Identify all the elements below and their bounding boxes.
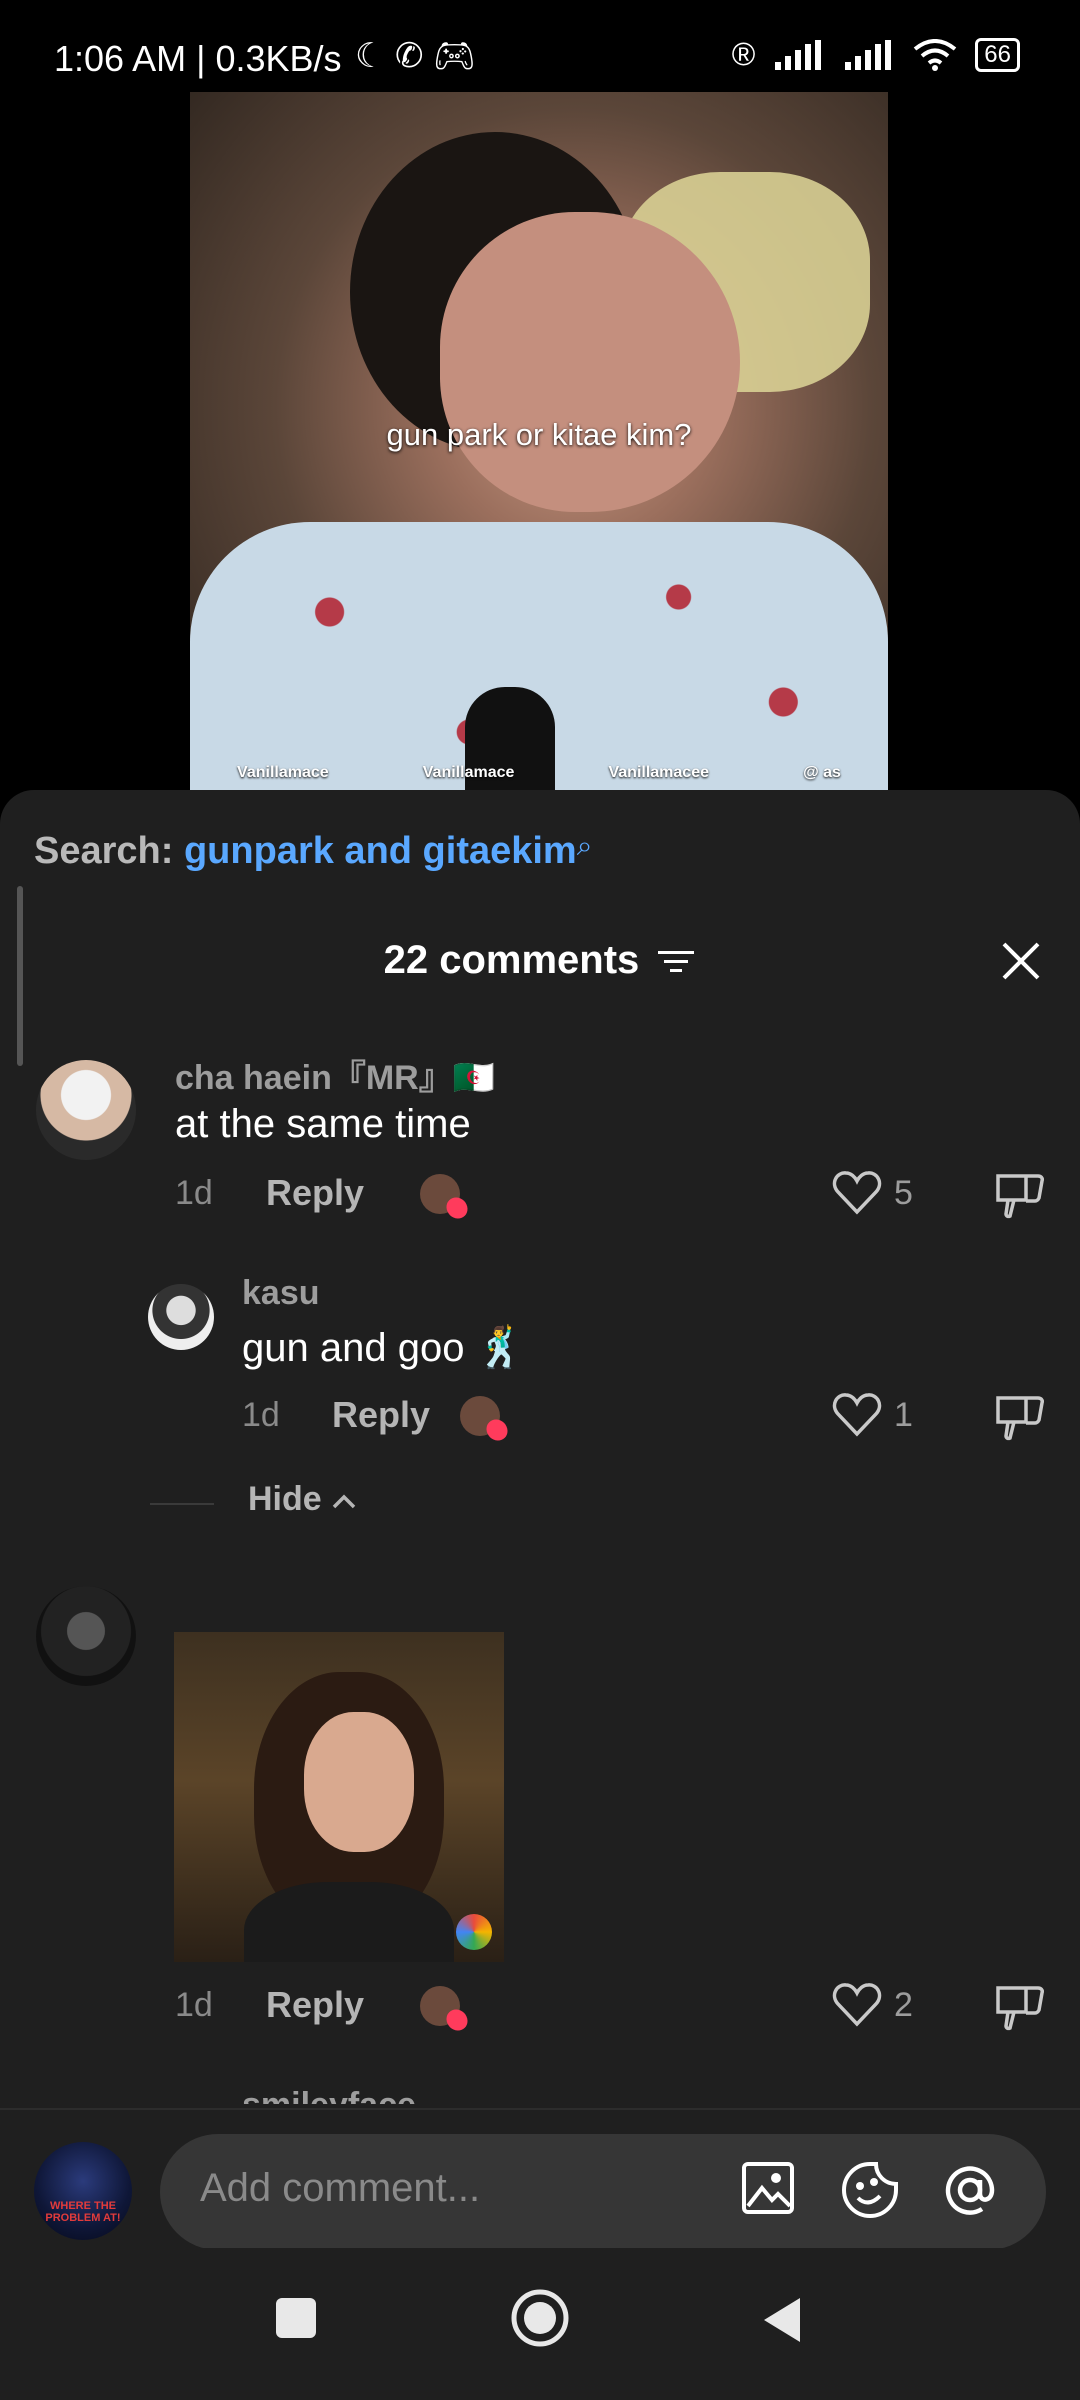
divider xyxy=(150,1503,214,1505)
comments-sheet: Search: gunpark and gitaekim⌕ 22 comment… xyxy=(0,790,1080,2400)
like-button[interactable]: 1 xyxy=(832,1392,913,1438)
status-app-icons: ☾ ✆ 🎮︎ xyxy=(355,36,476,76)
search-label: Search: xyxy=(34,830,174,872)
search-suggestion[interactable]: Search: gunpark and gitaekim⌕ xyxy=(34,830,592,873)
mention-icon[interactable] xyxy=(940,2160,1000,2220)
signal-icon xyxy=(775,39,822,70)
like-count: 2 xyxy=(894,1985,913,2024)
comment-username[interactable]: cha haein『MR』🇩🇿 xyxy=(175,1050,495,1099)
moon-icon: ☾ xyxy=(355,37,386,75)
heart-icon xyxy=(832,1393,882,1437)
video-face xyxy=(440,212,740,512)
comment-age: 1d xyxy=(242,1396,280,1434)
sort-filter-icon[interactable] xyxy=(656,947,696,977)
comment-input-bar: WHERE THE PROBLEM AT! Add comment... xyxy=(0,2108,1080,2250)
whatsapp-icon: ✆ xyxy=(394,37,424,75)
heart-icon xyxy=(832,1983,882,2027)
watermark-text: Vanillamace xyxy=(422,764,515,781)
reply-button[interactable]: Reply xyxy=(266,1984,364,2026)
heart-icon xyxy=(832,1171,882,1215)
comment-text: gun and goo 🕺 xyxy=(242,1326,526,1370)
avatar[interactable] xyxy=(36,1586,136,1686)
photo-face xyxy=(304,1712,414,1852)
status-bar: 1:06 AM | 0.3KB/s ☾ ✆ 🎮︎ ® 66 xyxy=(0,0,1080,92)
chevron-up-icon xyxy=(332,1494,356,1509)
comment-age: 1d xyxy=(175,1986,213,2024)
emoji-icon[interactable] xyxy=(840,2160,900,2220)
video-player[interactable]: gun park or kitae kim? Vanillamace Vanil… xyxy=(190,92,888,790)
dislike-icon[interactable] xyxy=(994,1170,1046,1220)
comment-text: at the same time xyxy=(175,1102,471,1146)
like-count: 5 xyxy=(894,1173,913,1212)
avatar[interactable] xyxy=(148,1284,214,1350)
search-query-link[interactable]: gunpark and gitaekim xyxy=(184,830,577,872)
comment-username[interactable]: kasu xyxy=(242,1274,320,1313)
comments-header: 22 comments xyxy=(0,938,1080,983)
recent-apps-button[interactable] xyxy=(274,2296,318,2340)
avatar[interactable] xyxy=(36,1060,136,1160)
my-avatar[interactable]: WHERE THE PROBLEM AT! xyxy=(34,2142,132,2240)
watermark-text: @ as xyxy=(803,764,841,781)
sticker-badge-icon xyxy=(456,1914,492,1950)
status-time: 1:06 AM | 0.3KB/s xyxy=(54,38,342,79)
watermark-text: Vanillamace xyxy=(237,764,329,781)
search-icon: ⌕ xyxy=(576,830,593,861)
game-icon: 🎮︎ xyxy=(432,37,477,75)
video-caption: gun park or kitae kim? xyxy=(386,417,692,452)
home-button[interactable] xyxy=(510,2288,570,2348)
video-watermarks: Vanillamace Vanillamace Vanillamacee @ a… xyxy=(190,764,888,782)
comment-username[interactable]: smileyface xyxy=(242,2086,416,2104)
dislike-icon[interactable] xyxy=(994,1392,1046,1442)
reply-button[interactable]: Reply xyxy=(266,1172,364,1214)
signal-icon xyxy=(845,39,892,70)
comment-input[interactable]: Add comment... xyxy=(160,2134,1046,2250)
close-icon[interactable] xyxy=(1000,940,1042,987)
reply-button[interactable]: Reply xyxy=(332,1394,430,1436)
creator-liked-badge xyxy=(460,1396,500,1436)
watermark-text: Vanillamacee xyxy=(608,764,709,781)
comment-input-placeholder: Add comment... xyxy=(200,2166,481,2210)
like-count: 1 xyxy=(894,1395,913,1434)
back-button[interactable] xyxy=(760,2296,804,2344)
like-button[interactable]: 2 xyxy=(832,1982,913,2028)
my-avatar-text: WHERE THE PROBLEM AT! xyxy=(45,2200,121,2224)
image-icon[interactable] xyxy=(740,2160,796,2216)
like-button[interactable]: 5 xyxy=(832,1170,913,1216)
comments-count: 22 comments xyxy=(383,938,640,982)
hide-replies-button[interactable]: Hide xyxy=(248,1480,357,1519)
hide-label: Hide xyxy=(248,1480,322,1518)
dislike-icon[interactable] xyxy=(994,1982,1046,2032)
creator-liked-badge xyxy=(420,1986,460,2026)
comment-age: 1d xyxy=(175,1174,213,1212)
registered-icon: ® xyxy=(731,36,756,72)
comment-image[interactable] xyxy=(174,1632,504,1962)
system-nav-bar xyxy=(0,2248,1080,2400)
status-right-icons: ® 66 xyxy=(732,36,1020,73)
photo-body xyxy=(244,1882,454,1962)
battery-icon: 66 xyxy=(975,37,1020,72)
wifi-icon xyxy=(914,38,957,71)
creator-liked-badge xyxy=(420,1174,460,1214)
